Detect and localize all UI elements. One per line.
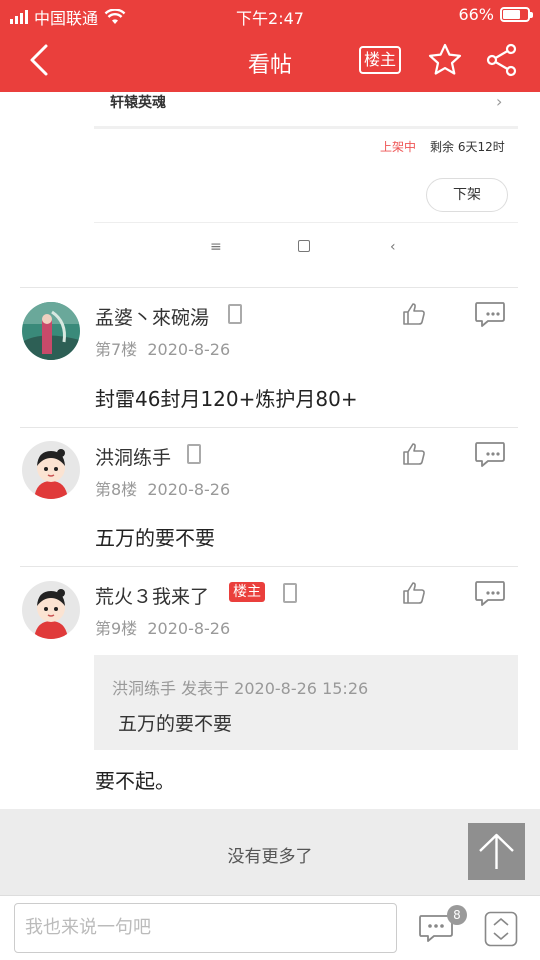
- avatar[interactable]: [22, 441, 80, 499]
- menu-icon: ≡: [210, 239, 222, 255]
- image-status-on-shelf: 上架中: [380, 140, 417, 154]
- image-unshelve-button: 下架: [426, 178, 508, 212]
- image-divider: [94, 126, 518, 129]
- quote-header: 洪洞练手 发表于 2020-8-26 15:26: [112, 679, 369, 698]
- post-content: 封雷46封月120+炼护月80+: [95, 387, 358, 411]
- comment-icon[interactable]: [474, 441, 506, 467]
- reply-bar: 我也来说一句吧 8: [0, 895, 540, 960]
- post-image: 轩辕英魂 › 上架中 剩余 6天12时 下架 ≡ ‹: [0, 92, 540, 288]
- quoted-reply: 洪洞练手 发表于 2020-8-26 15:26 五万的要不要: [94, 655, 518, 750]
- nav-header: 看帖 楼主: [0, 30, 540, 92]
- quote-body: 五万的要不要: [118, 713, 233, 735]
- thumbs-up-icon[interactable]: [402, 302, 426, 326]
- divider: [20, 566, 518, 567]
- image-item-label: 轩辕英魂: [110, 95, 166, 111]
- post-floor-7: 孟婆丶來碗湯 第7楼 2020-8-26 封雷46封月120+炼护月80+: [0, 287, 540, 427]
- back-arrow-icon: ‹: [390, 239, 396, 255]
- divider: [20, 427, 518, 428]
- author-name[interactable]: 荒火３我来了: [95, 582, 209, 609]
- end-of-list: 没有更多了: [0, 809, 540, 895]
- mobile-device-icon: [228, 304, 242, 324]
- comment-icon[interactable]: [474, 580, 506, 606]
- post-date: 2020-8-26: [147, 340, 231, 359]
- author-name[interactable]: 孟婆丶來碗湯: [95, 303, 209, 330]
- author-name[interactable]: 洪洞练手: [95, 443, 171, 470]
- battery-percent: 66%: [458, 5, 494, 24]
- floor-number: 第9楼: [95, 619, 138, 638]
- floor-and-date: 第8楼 2020-8-26: [95, 476, 230, 500]
- post-date: 2020-8-26: [147, 619, 231, 638]
- only-lz-button[interactable]: 楼主: [359, 46, 402, 74]
- floor-number: 第8楼: [95, 480, 138, 499]
- status-bar: 中国联通 下午2:47 66%: [0, 0, 540, 30]
- comment-icon[interactable]: [474, 301, 506, 327]
- no-more-label: 没有更多了: [227, 847, 313, 867]
- avatar[interactable]: [22, 302, 80, 360]
- scroll-to-top-button[interactable]: [468, 823, 525, 880]
- post-date: 2020-8-26: [147, 480, 231, 499]
- battery-icon: [500, 7, 533, 22]
- floor-number: 第7楼: [95, 340, 138, 359]
- floor-and-date: 第9楼 2020-8-26: [95, 615, 230, 639]
- share-icon[interactable]: [484, 42, 520, 78]
- thumbs-up-icon[interactable]: [402, 581, 426, 605]
- post-floor-8: 洪洞练手 第8楼 2020-8-26 五万的要不要: [0, 427, 540, 567]
- post-floor-9: 荒火３我来了 楼主 第9楼 2020-8-26 洪洞练手 发表于 2020-8-…: [0, 566, 540, 809]
- home-square-icon: [298, 240, 310, 252]
- op-badge: 楼主: [229, 582, 265, 602]
- arrow-up-icon: [479, 833, 514, 869]
- avatar[interactable]: [22, 581, 80, 639]
- image-android-navbar: ≡ ‹: [94, 222, 518, 272]
- thumbs-up-icon[interactable]: [402, 442, 426, 466]
- favorite-star-icon[interactable]: [427, 42, 463, 78]
- mobile-device-icon: [283, 583, 297, 603]
- post-content: 五万的要不要: [95, 526, 215, 550]
- page-jump-icon[interactable]: [484, 911, 518, 947]
- chevron-right-icon: ›: [496, 92, 503, 111]
- image-status-remaining: 剩余 6天12时: [430, 140, 505, 154]
- floor-and-date: 第7楼 2020-8-26: [95, 336, 230, 360]
- app-screen: 中国联通 下午2:47 66% 看帖 楼主 轩辕英魂 › 上架中 剩余 6天12…: [0, 0, 540, 960]
- post-content: 要不起。: [95, 769, 175, 793]
- mobile-device-icon: [187, 444, 201, 464]
- reply-input[interactable]: 我也来说一句吧: [14, 903, 397, 953]
- comment-count-badge: 8: [447, 905, 467, 925]
- divider: [20, 287, 518, 288]
